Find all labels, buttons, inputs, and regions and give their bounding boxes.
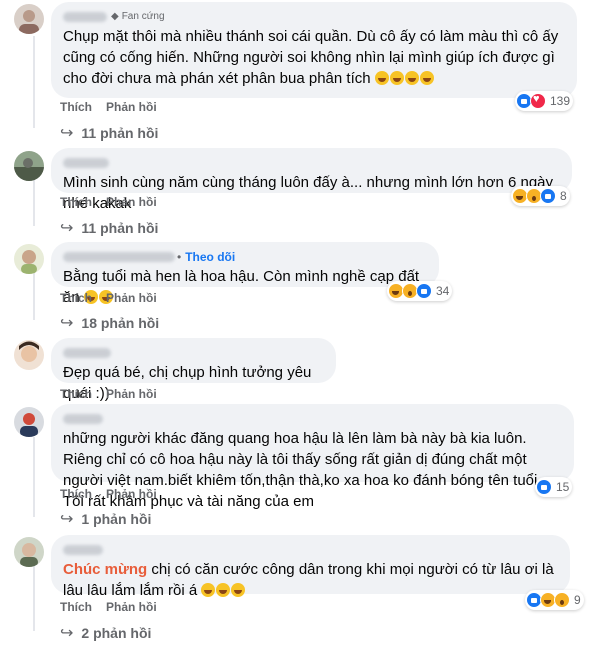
like-button[interactable]: Thích	[60, 291, 92, 305]
like-reaction-icon	[536, 479, 552, 495]
view-replies[interactable]: ↪ 11 phản hồi	[60, 123, 158, 143]
thread-line	[33, 565, 35, 631]
reply-button[interactable]: Phản hồi	[106, 195, 157, 209]
love-reaction-icon	[530, 93, 546, 109]
like-button[interactable]: Thích	[60, 100, 92, 114]
view-replies[interactable]: ↪ 1 phản hồi	[60, 509, 151, 529]
avatar[interactable]	[14, 340, 44, 370]
author-name[interactable]	[63, 157, 109, 168]
reaction-summary[interactable]: 34	[387, 281, 453, 301]
comment-actions: Thích Phản hồi	[60, 387, 157, 401]
emoji-tail	[374, 70, 435, 87]
author-name[interactable]	[63, 413, 103, 424]
comment-actions: Thích Phản hồi	[60, 600, 157, 614]
thread-line	[33, 272, 35, 320]
reply-arrow-icon: ↪	[60, 315, 74, 332]
avatar[interactable]	[14, 151, 44, 181]
comment-bubble: ◆ Fan cứng Chụp mặt thôi mà nhiều thánh …	[51, 2, 577, 98]
emoji-tail	[201, 582, 246, 599]
reply-button[interactable]: Phản hồi	[106, 487, 157, 501]
like-reaction-icon	[416, 283, 432, 299]
author-name[interactable]	[63, 544, 103, 555]
avatar[interactable]	[14, 244, 44, 274]
comment-text: Chúc mừng chị có căn cước công dân trong…	[63, 561, 554, 599]
reply-arrow-icon: ↪	[60, 625, 74, 642]
follow-link[interactable]: Theo dõi	[185, 250, 235, 264]
thread-line	[33, 36, 35, 128]
author-name[interactable]	[63, 347, 111, 358]
like-button[interactable]: Thích	[60, 487, 92, 501]
avatar[interactable]	[14, 407, 44, 437]
comment-actions: Thích Phản hồi	[60, 487, 157, 501]
comment-bubble: Chúc mừng chị có căn cước công dân trong…	[51, 535, 570, 599]
like-button[interactable]: Thích	[60, 195, 92, 209]
like-button[interactable]: Thích	[60, 600, 92, 614]
author-name[interactable]	[63, 11, 107, 22]
wow-reaction-icon	[554, 592, 570, 608]
reply-arrow-icon: ↪	[60, 125, 74, 142]
avatar[interactable]	[14, 537, 44, 567]
thread-line	[33, 180, 35, 226]
reply-button[interactable]: Phản hồi	[106, 387, 157, 401]
comment-bubble: Đẹp quá bé, chị chụp hình tưởng yêu quái…	[51, 338, 336, 402]
reaction-summary[interactable]: 15	[535, 477, 573, 497]
like-button[interactable]: Thích	[60, 387, 92, 401]
view-replies[interactable]: ↪ 2 phản hồi	[60, 623, 151, 643]
reaction-summary[interactable]: 9	[525, 590, 584, 610]
comment-actions: Thích Phản hồi	[60, 195, 157, 209]
author-name[interactable]	[63, 251, 175, 262]
comment-actions: Thích Phản hồi	[60, 100, 157, 114]
reply-button[interactable]: Phản hồi	[106, 100, 157, 114]
view-replies[interactable]: ↪ 11 phản hồi	[60, 218, 158, 238]
comment-bubble: Mình sinh cùng năm cùng tháng luôn đấy à…	[51, 148, 572, 212]
reply-arrow-icon: ↪	[60, 511, 74, 528]
reply-button[interactable]: Phản hồi	[106, 600, 157, 614]
reply-arrow-icon: ↪	[60, 220, 74, 237]
comment-actions: Thích Phản hồi	[60, 291, 157, 305]
reply-button[interactable]: Phản hồi	[106, 291, 157, 305]
comment-bubble: những người khác đăng quang hoa hậu là l…	[51, 404, 574, 510]
like-reaction-icon	[540, 188, 556, 204]
thread-line	[33, 437, 35, 517]
reaction-summary[interactable]: 8	[511, 186, 570, 206]
comment-text: Chụp mặt thôi mà nhiều thánh soi cái quầ…	[63, 28, 559, 87]
fan-badge: ◆ Fan cứng	[111, 11, 165, 22]
reaction-summary[interactable]: 139	[515, 91, 574, 111]
comment-bubble: • Theo dõi Bằng tuổi mà hen là hoa hậu. …	[51, 242, 439, 306]
view-replies[interactable]: ↪ 18 phản hồi	[60, 313, 159, 333]
avatar[interactable]	[14, 4, 44, 34]
highlight-text: Chúc mừng	[63, 561, 148, 578]
diamond-icon: ◆	[111, 11, 119, 22]
